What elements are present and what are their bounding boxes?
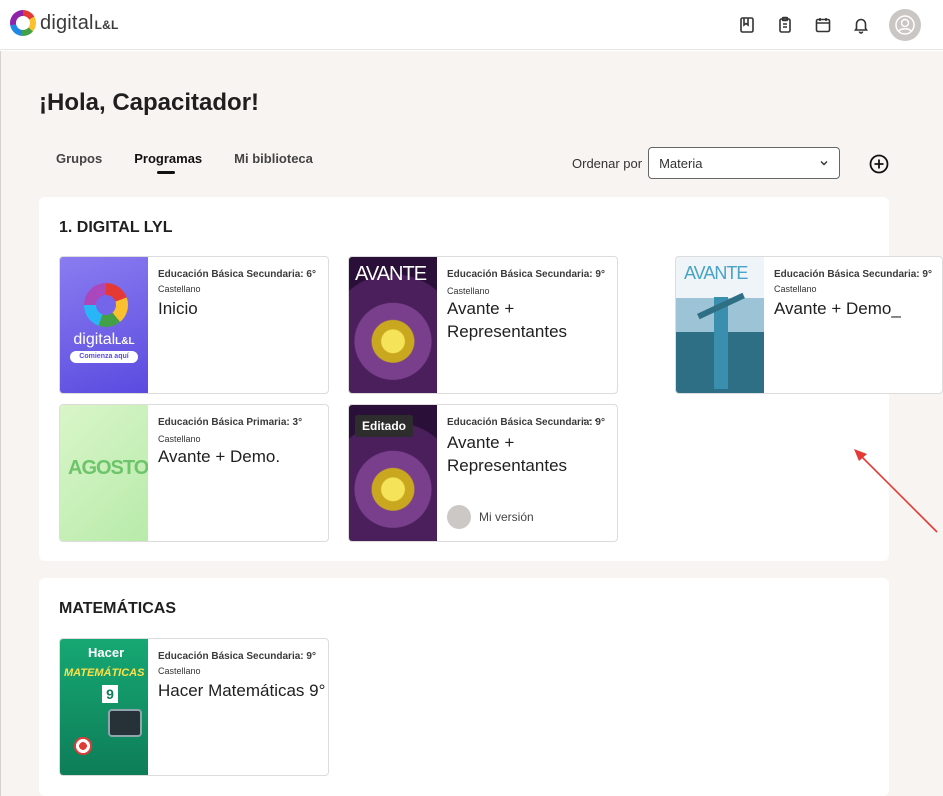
program-cover-hacer-matematicas: Hacer MATEMÁTICAS 9 [60,639,148,775]
top-bar: digitalL&L [0,0,943,50]
card-meta: Educación Básica Secundaria: 9° Castella… [158,649,320,677]
cover-avante-text: AVANTE [684,263,748,283]
logo-text: digitalL&L [40,11,119,34]
tab-mi-biblioteca[interactable]: Mi biblioteca [234,151,313,174]
sort-select[interactable]: Materia [648,147,841,179]
clipboard-icon[interactable] [775,15,795,35]
card-level: Educación Básica Primaria: 3° [158,417,303,428]
version-avatar-icon [447,505,471,529]
program-card[interactable]: AVANTE Educación Básica Secundaria: 9° C… [348,256,618,394]
edited-badge: Editado [355,415,413,437]
section-matematicas: MATEMÁTICAS Hacer MATEMÁTICAS 9 Educació… [39,578,889,796]
program-card[interactable]: Editado Educación Básica Secundaria: 9° … [348,404,618,542]
card-title: Avante + Representantes [447,433,568,475]
section-title: 1. DIGITAL LYL [59,219,173,236]
user-avatar-icon[interactable] [889,9,921,41]
program-cover-avante-windmill: AVANTE [676,257,764,393]
card-title: Hacer Matemáticas 9° [158,681,326,700]
bell-icon[interactable] [851,15,871,35]
app-logo[interactable]: digitalL&L [10,10,119,36]
cover-grade: 9 [102,685,118,703]
card-level: Educación Básica Secundaria: 9° [158,651,316,662]
tab-bar: Grupos Programas Mi biblioteca [56,151,313,174]
card-language: Castellano [158,284,201,294]
cover-avante-text: AVANTE [355,263,427,285]
chevron-down-icon [820,161,828,166]
calendar-icon[interactable] [813,15,833,35]
main-content: ¡Hola, Capacitador! Grupos Programas Mi … [0,51,943,796]
more-options-button[interactable]: ··· [582,411,599,427]
plus-circle-icon [869,154,889,174]
card-title: Avante + Representantes [447,299,568,341]
annotation-arrow-icon [854,449,938,533]
add-program-button[interactable] [869,154,889,174]
sort-value: Materia [659,155,703,171]
card-title: Avante + Demo. [158,447,281,466]
program-cover-agosto: AGOSTO [60,405,148,541]
tab-grupos[interactable]: Grupos [56,151,102,174]
program-card[interactable]: AVANTE Educación Básica Secundaria: 9° C… [675,256,943,394]
card-language: Castellano [158,666,201,676]
card-language: Castellano [158,434,201,444]
cover-hacer-text: Hacer [88,645,125,660]
cover-digital-text: digitalL&L [73,331,135,348]
sort-label: Ordenar por [572,155,643,171]
card-level: Educación Básica Secundaria: 9° [774,269,932,280]
card-meta: Educación Básica Secundaria: 6° Castella… [158,267,320,295]
book-icon[interactable] [737,15,757,35]
program-card[interactable]: AGOSTO Educación Básica Primaria: 3° Cas… [59,404,329,542]
card-language: Castellano [774,284,817,294]
program-card[interactable]: Hacer MATEMÁTICAS 9 Educación Básica Sec… [59,638,329,776]
card-meta: Educación Básica Secundaria: 9° Castella… [447,267,609,300]
program-card[interactable]: digitalL&L Comienza aquí Educación Básic… [59,256,329,394]
my-version[interactable]: Mi versión [447,505,534,529]
cover-mate-title: MATEMÁTICAS [64,667,145,679]
section-title: MATEMÁTICAS [59,600,177,617]
page-title: ¡Hola, Capacitador! [39,89,260,116]
program-cover-digital: digitalL&L Comienza aquí [60,257,148,393]
cover-digital-button: Comienza aquí [70,351,138,363]
tab-programas[interactable]: Programas [134,151,202,174]
sort-control: Ordenar por Materia [572,147,841,179]
logo-swirl-icon [10,10,36,36]
cover-agosto-text: AGOSTO [68,457,148,479]
program-cover-avante-flower: AVANTE [349,257,437,393]
card-language: Castellano [447,286,490,296]
card-title: Inicio [158,299,198,318]
section-digital-lyl: 1. DIGITAL LYL digitalL&L Comienza aquí … [39,197,943,561]
version-label: Mi versión [479,510,534,524]
card-level: Educación Básica Secundaria: 6° [158,269,316,280]
card-level: Educación Básica Secundaria: 9° [447,269,605,280]
card-title: Avante + Demo_ [774,299,901,318]
card-meta: Educación Básica Secundaria: 9° Castella… [774,267,934,295]
program-cover-avante-flower: Editado [349,405,437,541]
card-meta: Educación Básica Primaria: 3° Castellano [158,415,320,448]
header-actions [737,9,921,41]
